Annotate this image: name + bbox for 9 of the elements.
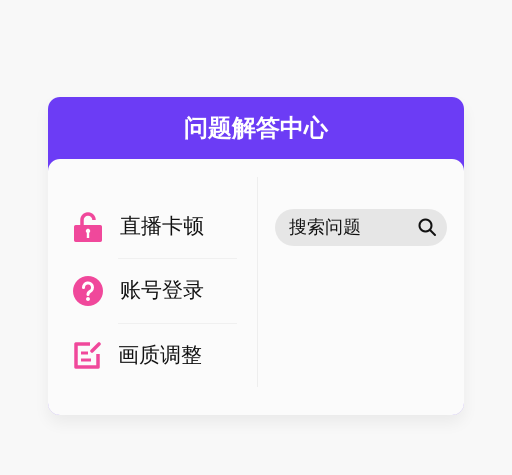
search-icon <box>417 217 437 237</box>
edit-note-icon <box>72 340 102 370</box>
menu-item[interactable]: 画质调整 <box>58 324 257 387</box>
unlocked-padlock-icon <box>72 210 104 243</box>
menu-item[interactable]: 账号登录 <box>58 259 257 323</box>
search-field[interactable]: 搜索问题 <box>275 209 447 246</box>
question-mark-icon <box>72 274 104 307</box>
menu-item[interactable]: 直播卡顿 <box>58 195 257 258</box>
card-title: 问题解答中心 <box>184 113 328 144</box>
